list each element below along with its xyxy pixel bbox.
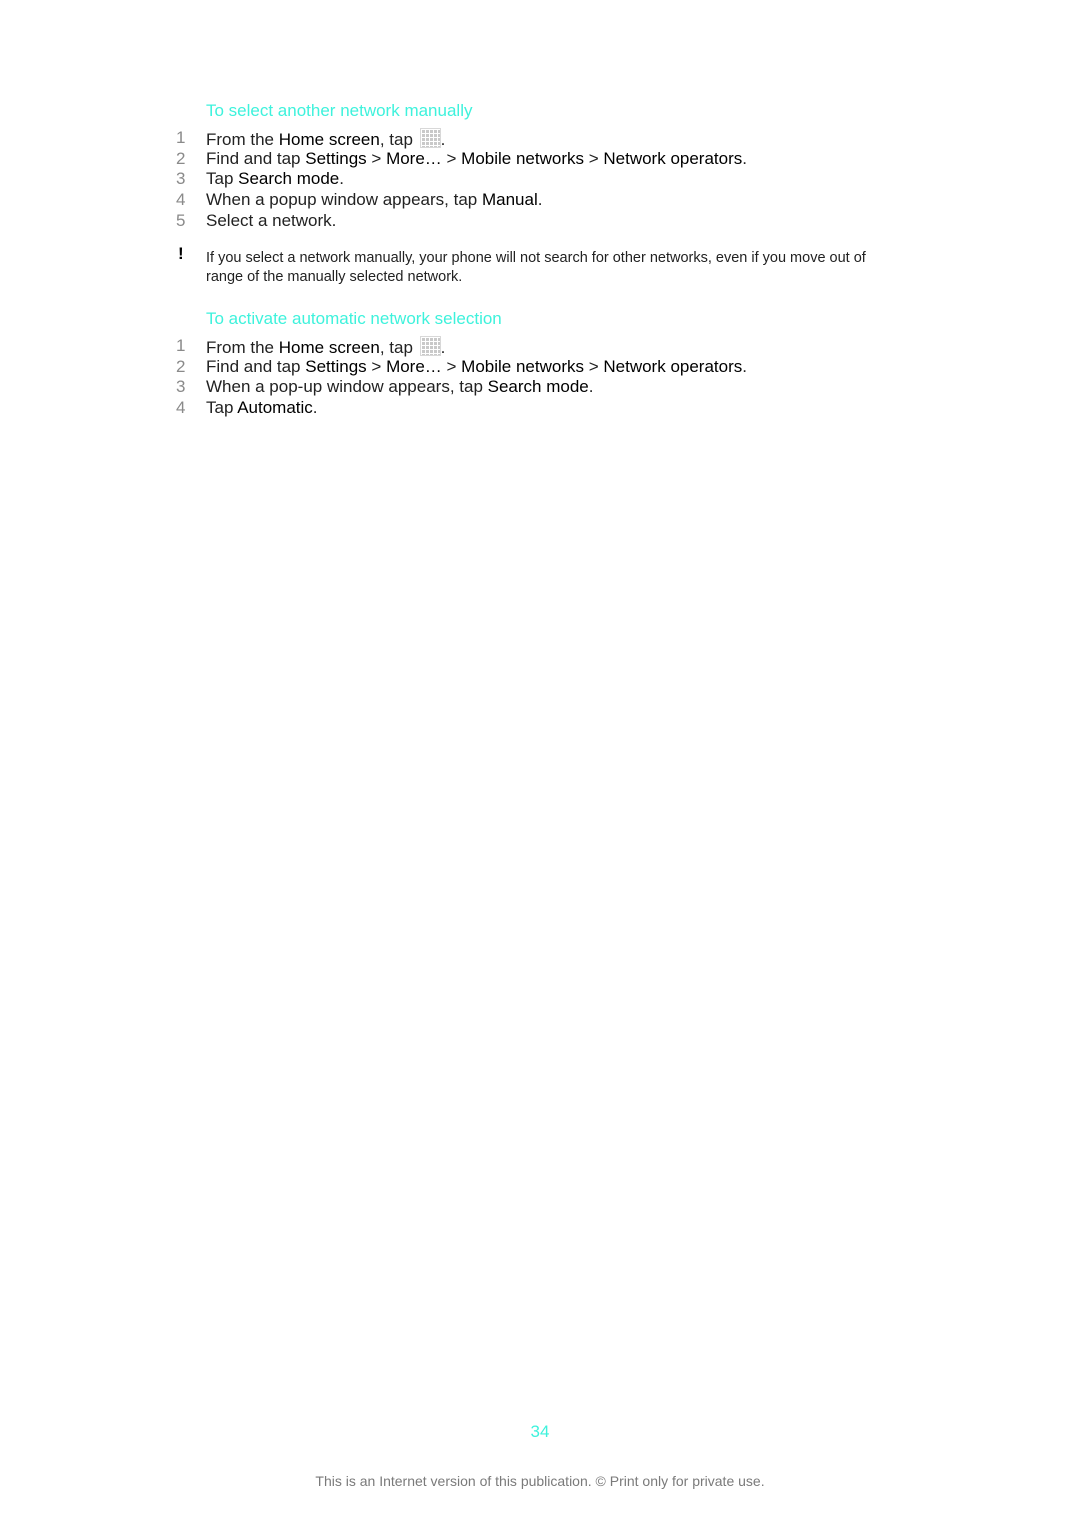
ui-term: Settings xyxy=(305,148,367,168)
step-number: 3 xyxy=(176,169,186,189)
ui-term: Search mode xyxy=(487,377,589,397)
step-number: 3 xyxy=(176,377,186,397)
ui-term: Network operators xyxy=(603,356,743,376)
ui-term: Settings xyxy=(305,356,367,376)
ui-term: Automatic xyxy=(237,398,313,418)
note-text: If you select a network manually, your p… xyxy=(206,250,866,285)
footer-text: This is an Internet version of this publ… xyxy=(315,1473,765,1489)
section-heading-manual: To select another network manually xyxy=(206,101,473,120)
ui-term: Mobile networks xyxy=(461,148,584,168)
ui-term: More… xyxy=(386,148,442,168)
step-number: 5 xyxy=(176,210,186,230)
step-number: 2 xyxy=(176,148,186,168)
step-number: 4 xyxy=(176,190,186,210)
exclamation-icon: ! xyxy=(178,244,184,263)
step-number: 2 xyxy=(176,356,186,376)
page-number: 34 xyxy=(530,1422,550,1441)
ui-term: Manual xyxy=(481,190,538,210)
ui-term: Home screen xyxy=(278,130,380,149)
step-number: 1 xyxy=(176,128,186,147)
ui-term: Home screen xyxy=(278,338,380,357)
ui-term: Search mode xyxy=(238,169,340,189)
apps-grid-icon xyxy=(419,128,441,148)
step-number: 1 xyxy=(176,336,186,355)
ui-term: Network operators xyxy=(603,148,743,168)
apps-grid-icon xyxy=(419,336,441,356)
ui-term: Mobile networks xyxy=(461,356,584,376)
ui-term: More… xyxy=(386,356,442,376)
section-heading-automatic: To activate automatic network selection xyxy=(206,309,502,328)
step-number: 4 xyxy=(176,398,186,418)
